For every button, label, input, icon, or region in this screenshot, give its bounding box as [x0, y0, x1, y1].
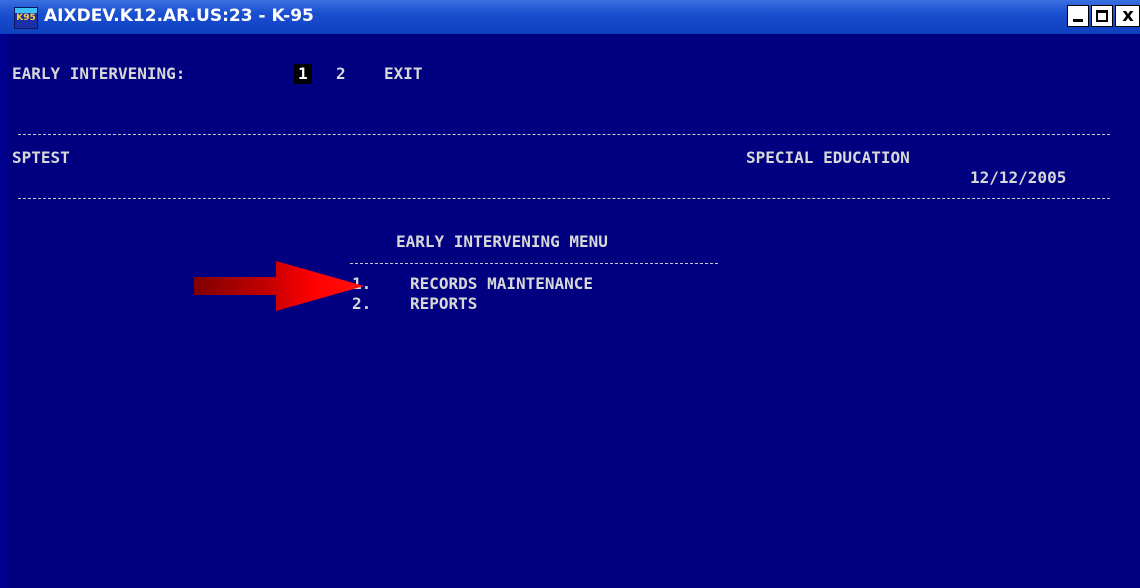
menu-title-underline — [350, 263, 718, 264]
k95-app-icon[interactable]: K95 — [14, 7, 38, 29]
menubar-label: EARLY INTERVENING: — [12, 64, 186, 83]
terminal-window: K95 AIXDEV.K12.AR.US:23 - K-95 x EARLY I… — [0, 0, 1140, 588]
window-title: AIXDEV.K12.AR.US:23 - K-95 — [44, 6, 314, 26]
menu-item-2-label[interactable]: REPORTS — [410, 294, 477, 314]
menu-title: EARLY INTERVENING MENU — [396, 232, 608, 251]
header-user: SPTEST — [12, 148, 70, 167]
red-arrow-icon — [194, 261, 364, 311]
menubar-option-1[interactable]: 1 — [294, 64, 312, 84]
minimize-button[interactable] — [1067, 5, 1089, 27]
app-icon-text: K95 — [16, 13, 36, 23]
menubar-option-exit[interactable]: EXIT — [384, 64, 423, 84]
maximize-button[interactable] — [1091, 5, 1113, 27]
close-icon: x — [1122, 5, 1134, 26]
header-divider-top — [18, 134, 1110, 135]
header-module: SPECIAL EDUCATION — [746, 148, 910, 167]
title-bar[interactable]: K95 AIXDEV.K12.AR.US:23 - K-95 x — [0, 0, 1140, 34]
header-date: 12/12/2005 — [970, 168, 1067, 187]
close-button[interactable]: x — [1115, 5, 1140, 27]
maximize-icon — [1096, 10, 1108, 22]
terminal-screen[interactable]: EARLY INTERVENING: 1 2 EXIT SPTEST SPECI… — [0, 34, 1140, 588]
menu-item-1-label[interactable]: RECORDS MAINTENANCE — [410, 274, 593, 294]
minimize-icon — [1073, 19, 1083, 22]
menubar-option-2[interactable]: 2 — [336, 64, 346, 84]
header-divider-bottom — [18, 198, 1110, 199]
